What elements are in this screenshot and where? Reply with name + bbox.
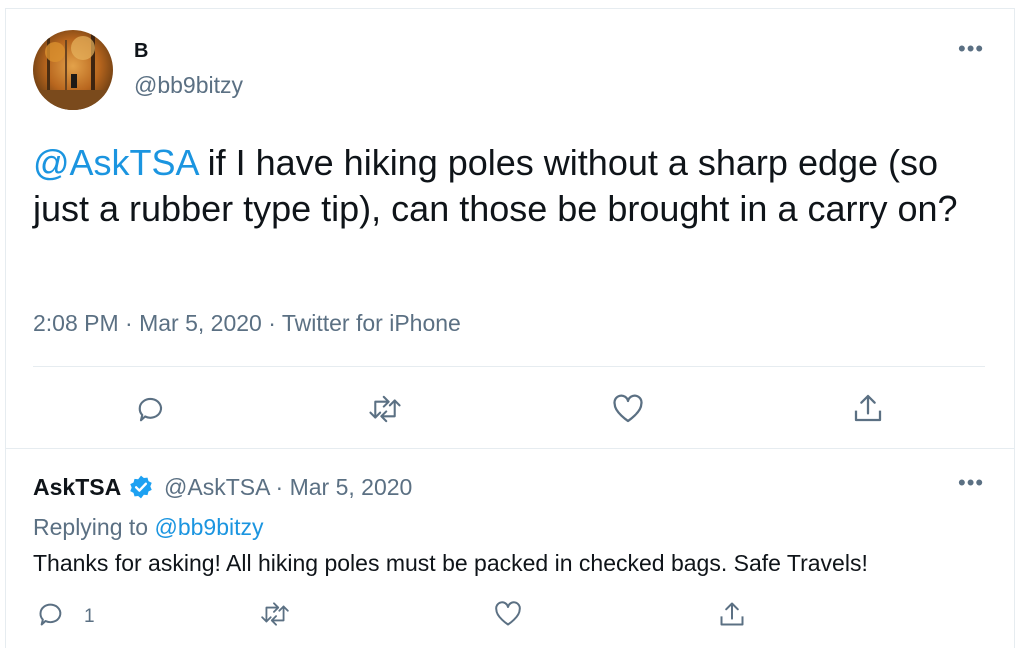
like-button[interactable] [612, 394, 644, 424]
share-icon [720, 602, 744, 626]
user-avatar[interactable] [33, 30, 113, 110]
mention-link[interactable]: @AskTSA [33, 142, 198, 183]
reply-icon [39, 603, 62, 626]
reply-icon [138, 397, 163, 422]
share-icon [854, 394, 882, 422]
tweet-timestamp[interactable]: 2:08 PM · Mar 5, 2020 · Twitter for iPho… [33, 310, 461, 337]
replying-to: Replying to @bb9bitzy [33, 514, 263, 541]
user-handle[interactable]: @bb9bitzy [134, 72, 243, 99]
reply-count: 1 [84, 606, 95, 627]
more-options-icon[interactable]: ••• [958, 470, 984, 496]
reply-text: Thanks for asking! All hiking poles must… [33, 550, 868, 576]
reply-display-name[interactable]: AskTSA [33, 474, 121, 501]
like-icon [613, 394, 643, 423]
share-button[interactable] [852, 392, 884, 424]
share-button[interactable] [718, 600, 746, 628]
like-button[interactable] [494, 600, 522, 628]
reply-button[interactable] [37, 600, 65, 628]
divider [33, 366, 985, 367]
retweet-button[interactable] [368, 394, 402, 424]
more-options-icon[interactable]: ••• [958, 36, 984, 62]
replying-prefix: Replying to [33, 514, 155, 540]
tweet-text: @AskTSA if I have hiking poles without a… [33, 140, 983, 232]
reply-button[interactable] [136, 394, 166, 424]
verified-badge-icon [130, 475, 152, 499]
divider [6, 448, 1014, 449]
reply-handle-date[interactable]: @AskTSA · Mar 5, 2020 [164, 474, 412, 501]
like-icon [495, 601, 521, 626]
replying-to-link[interactable]: @bb9bitzy [154, 514, 263, 540]
display-name[interactable]: B [134, 40, 148, 63]
retweet-button[interactable] [260, 600, 290, 628]
retweet-icon [369, 395, 401, 423]
retweet-icon [261, 602, 289, 626]
